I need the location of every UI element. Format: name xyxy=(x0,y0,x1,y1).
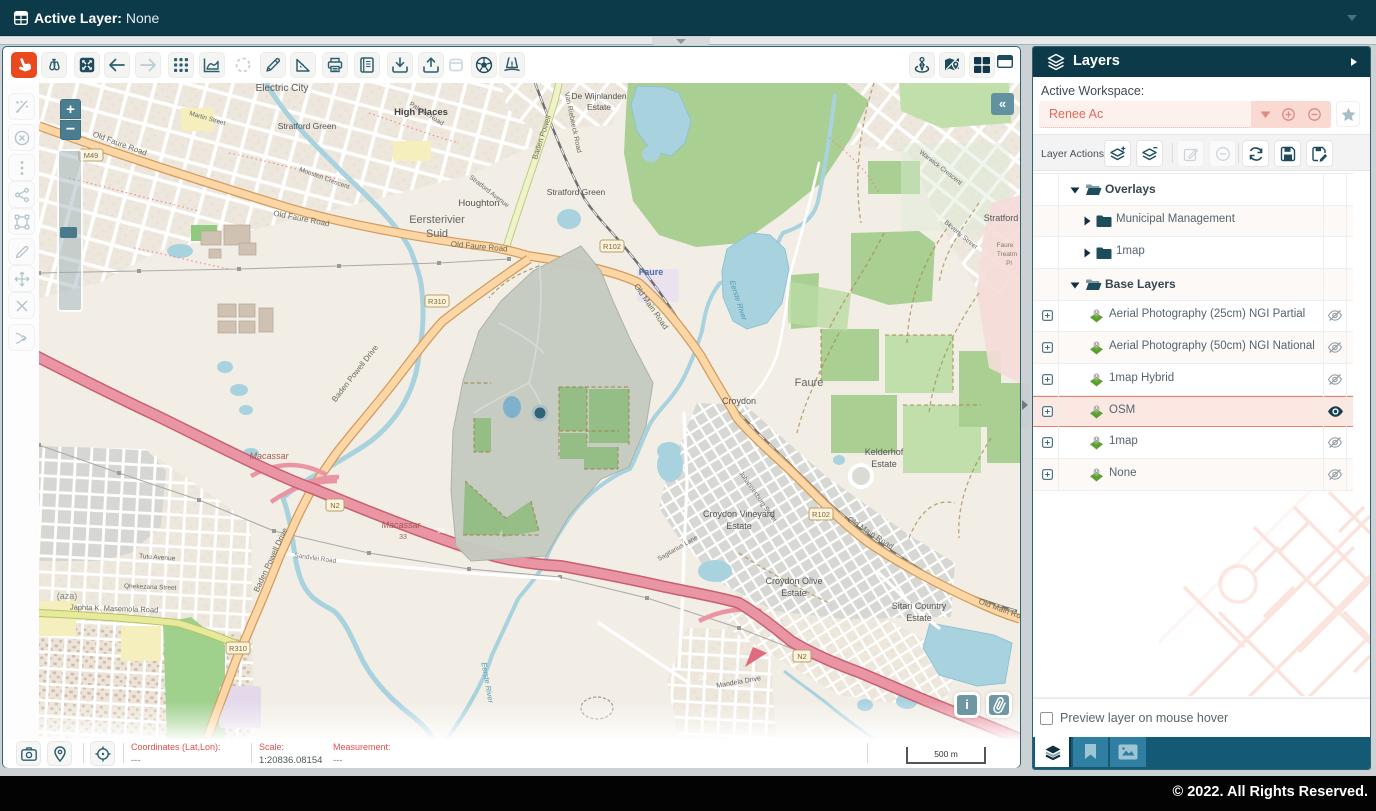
svg-text:M49: M49 xyxy=(84,151,99,160)
svg-text:R102: R102 xyxy=(603,242,621,251)
svg-text:De Wijnlanden: De Wijnlanden xyxy=(571,91,627,101)
svg-text:33: 33 xyxy=(399,534,407,541)
svg-text:Estate: Estate xyxy=(871,459,897,469)
svg-text:R310: R310 xyxy=(428,297,446,306)
svg-text:Kelderhof: Kelderhof xyxy=(865,447,904,457)
svg-text:Eersterivier: Eersterivier xyxy=(409,214,465,226)
svg-text:Macassar: Macassar xyxy=(381,520,421,530)
svg-text:36: 36 xyxy=(699,675,707,682)
svg-text:Stratford Green: Stratford Green xyxy=(547,187,606,197)
svg-text:Estate: Estate xyxy=(726,521,752,531)
svg-text:(aza): (aza) xyxy=(57,591,78,601)
svg-text:Estate: Estate xyxy=(781,588,807,598)
svg-text:Pl: Pl xyxy=(1006,260,1012,267)
svg-text:R102: R102 xyxy=(812,510,830,519)
svg-text:Sitari Country: Sitari Country xyxy=(892,601,947,611)
svg-text:36: 36 xyxy=(437,528,445,535)
svg-text:N2: N2 xyxy=(330,501,340,510)
svg-text:Croydon Olive: Croydon Olive xyxy=(765,576,822,586)
svg-text:Estate: Estate xyxy=(587,102,611,112)
svg-text:Houghton: Houghton xyxy=(458,198,499,209)
svg-text:Faure: Faure xyxy=(997,242,1014,249)
svg-text:Estate: Estate xyxy=(906,613,932,623)
svg-text:Suid: Suid xyxy=(426,228,448,240)
svg-text:N2: N2 xyxy=(797,652,807,661)
svg-text:Stratford: Stratford xyxy=(984,213,1019,223)
svg-text:Macassar: Macassar xyxy=(249,451,289,461)
svg-text:R310: R310 xyxy=(229,644,247,653)
svg-text:Faure: Faure xyxy=(795,377,824,389)
svg-text:Faure: Faure xyxy=(639,267,664,277)
svg-text:Electric City: Electric City xyxy=(256,83,309,94)
svg-text:Croydon: Croydon xyxy=(722,396,756,406)
svg-text:Treatm: Treatm xyxy=(997,251,1017,258)
svg-text:Stratford Green: Stratford Green xyxy=(278,121,337,131)
